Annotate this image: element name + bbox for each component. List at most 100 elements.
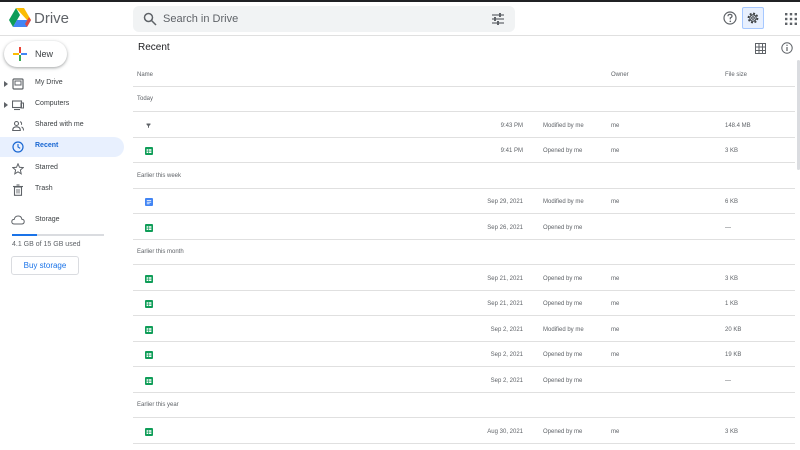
file-size-cell: 1 KB <box>725 301 739 307</box>
owner-cell: me <box>611 326 620 333</box>
storage-used-text: 4.1 GB of 15 GB used <box>12 241 81 248</box>
search-bar[interactable]: Search in Drive <box>133 6 515 32</box>
google-sheets-icon <box>145 351 153 359</box>
last-activity-date: Sep 21, 2021 <box>487 275 523 282</box>
file-size-cell: 3 KB <box>725 428 739 435</box>
last-activity-date: Sep 2, 2021 <box>490 377 523 384</box>
google-docs-icon <box>145 198 153 206</box>
file-row[interactable]: Sep 29, 2021 Modified by me me 6 KB <box>133 189 795 214</box>
last-activity-date: Sep 26, 2021 <box>487 224 523 231</box>
new-button[interactable]: New <box>4 41 67 67</box>
apps-grid-icon[interactable] <box>785 13 797 25</box>
file-size-cell: — <box>725 224 731 231</box>
last-activity-action: Opened by me <box>543 301 583 307</box>
file-icon <box>146 123 151 128</box>
sidebar-item-shared[interactable]: Shared with me <box>0 116 124 136</box>
last-activity-action: Opened by me <box>543 275 583 282</box>
section-label: Earlier this month <box>137 249 184 255</box>
last-activity-action: Modified by me <box>543 199 584 205</box>
plus-icon <box>13 47 27 61</box>
sidebar-item-label: Starred <box>35 164 58 171</box>
file-size-cell: 3 KB <box>725 148 739 154</box>
grid-view-icon[interactable] <box>755 43 766 54</box>
search-input[interactable]: Search in Drive <box>163 13 238 25</box>
trash-icon <box>13 184 23 196</box>
file-row[interactable]: Sep 2, 2021 Opened by me me 19 KB <box>133 342 795 367</box>
new-button-label: New <box>35 49 54 59</box>
info-icon[interactable] <box>781 42 793 54</box>
file-row[interactable]: 9:41 PM Opened by me me 3 KB <box>133 138 795 163</box>
sidebar-item-my-drive[interactable]: My Drive <box>0 74 124 94</box>
sidebar-item-label: Recent <box>35 142 59 149</box>
file-row[interactable]: Sep 21, 2021 Opened by me me 1 KB <box>133 291 795 316</box>
people-icon <box>12 120 24 132</box>
app-header: Drive Search in Drive <box>0 2 800 36</box>
search-options-icon[interactable] <box>491 12 505 26</box>
column-header-size[interactable]: File size <box>725 72 747 78</box>
sidebar-item-trash[interactable]: Trash <box>0 180 124 200</box>
last-activity-date: Sep 29, 2021 <box>487 199 523 205</box>
file-row[interactable]: 9:43 PM Modified by me me 148.4 MB <box>133 113 795 138</box>
expand-caret-icon[interactable] <box>4 81 8 87</box>
last-activity-action: Opened by me <box>543 428 583 435</box>
section-header: Earlier this week <box>133 164 795 189</box>
sidebar-item-label: Shared with me <box>35 121 84 128</box>
file-list-header: Name Owner File size <box>133 63 795 87</box>
sidebar-item-label: Trash <box>35 185 53 192</box>
file-row[interactable]: Sep 26, 2021 Opened by me — <box>133 215 795 240</box>
sidebar-item-recent[interactable]: Recent <box>0 137 124 157</box>
search-icon[interactable] <box>143 12 157 26</box>
last-activity-action: Modified by me <box>543 326 584 333</box>
last-activity-date: Aug 30, 2021 <box>487 428 523 435</box>
file-row[interactable]: Sep 2, 2021 Modified by me me 20 KB <box>133 317 795 342</box>
owner-cell: me <box>611 199 620 205</box>
storage-usage-fill <box>12 234 37 236</box>
section-label: Today <box>137 96 154 102</box>
sidebar-item-label: My Drive <box>35 79 63 86</box>
owner-cell: me <box>611 148 620 154</box>
owner-cell: me <box>611 428 620 435</box>
google-sheets-icon <box>145 376 153 385</box>
section-label: Earlier this year <box>137 402 179 408</box>
file-size-cell: 148.4 MB <box>725 122 751 129</box>
file-size-cell: 3 KB <box>725 275 739 282</box>
sidebar-item-computers[interactable]: Computers <box>0 95 124 115</box>
google-sheets-icon <box>145 325 153 334</box>
owner-cell: me <box>611 275 620 282</box>
google-sheets-icon <box>145 274 153 283</box>
buy-storage-button[interactable]: Buy storage <box>11 256 79 275</box>
file-row[interactable]: Aug 30, 2021 Opened by me me 3 KB <box>133 419 795 444</box>
file-row[interactable]: Sep 2, 2021 Opened by me — <box>133 368 795 393</box>
brand-name: Drive <box>34 10 70 27</box>
file-row[interactable]: Sep 21, 2021 Opened by me me 3 KB <box>133 266 795 291</box>
sidebar-item-label: Computers <box>35 100 70 107</box>
owner-cell: me <box>611 352 620 358</box>
column-header-name[interactable]: Name <box>137 72 153 78</box>
storage-label[interactable]: Storage <box>35 216 60 223</box>
owner-cell: me <box>611 122 620 129</box>
last-activity-date: Sep 21, 2021 <box>487 301 523 307</box>
google-sheets-icon <box>145 147 153 155</box>
expand-caret-icon[interactable] <box>4 102 8 108</box>
section-header: Earlier this year <box>133 393 795 418</box>
my-drive-icon <box>12 78 24 90</box>
file-size-cell: 19 KB <box>725 352 742 358</box>
drive-logo-icon[interactable] <box>9 8 31 28</box>
clock-icon <box>12 141 24 153</box>
section-header: Earlier this month <box>133 240 795 265</box>
help-icon[interactable] <box>723 11 737 25</box>
file-size-cell: 6 KB <box>725 199 739 205</box>
owner-cell: me <box>611 301 620 307</box>
last-activity-date: 9:41 PM <box>500 148 523 154</box>
file-size-cell: — <box>725 377 731 384</box>
section-label: Earlier this week <box>137 172 182 179</box>
star-icon <box>12 163 24 175</box>
last-activity-date: 9:43 PM <box>500 122 523 129</box>
google-sheets-icon <box>145 427 153 436</box>
page-title: Recent <box>138 42 170 53</box>
last-activity-date: Sep 2, 2021 <box>490 326 523 333</box>
column-header-owner[interactable]: Owner <box>611 72 629 78</box>
last-activity-action: Opened by me <box>543 377 583 384</box>
settings-button[interactable] <box>742 7 764 29</box>
sidebar-item-starred[interactable]: Starred <box>0 159 124 179</box>
